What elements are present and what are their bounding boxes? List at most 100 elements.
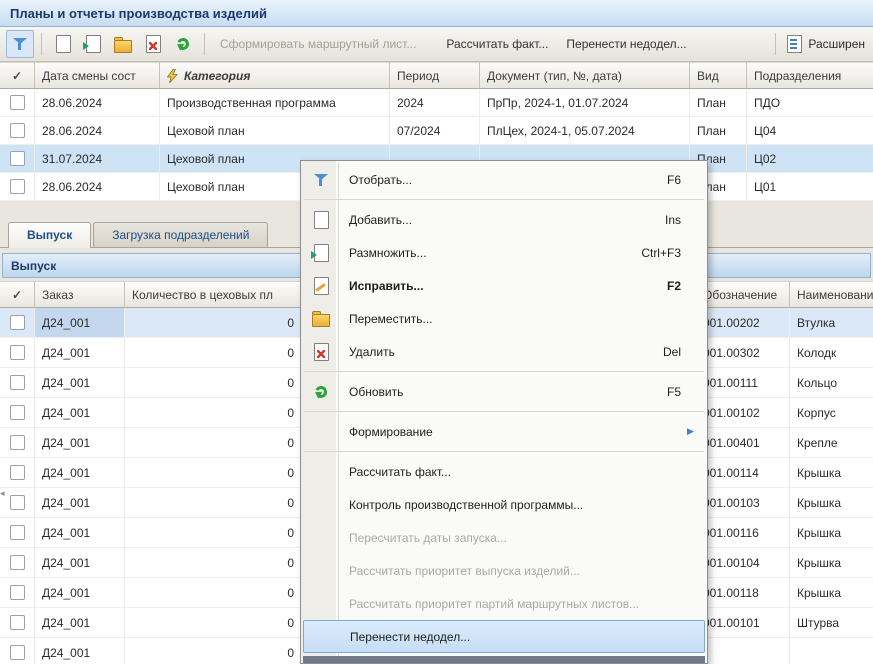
select-all-header[interactable]: ✓ bbox=[0, 62, 35, 89]
collapse-panel-handle[interactable]: ◂ bbox=[0, 478, 10, 508]
row-checkbox[interactable] bbox=[10, 585, 25, 600]
cell-order: Д24_001 bbox=[35, 458, 125, 487]
menu-item[interactable]: Переместить... bbox=[303, 302, 705, 335]
cell-order: Д24_001 bbox=[35, 368, 125, 397]
add-toolbar-button[interactable] bbox=[49, 30, 77, 58]
row-checkbox[interactable] bbox=[10, 495, 25, 510]
menu-item[interactable]: Отобрать... F6 bbox=[303, 163, 705, 196]
plan-table-row[interactable]: 28.06.2024 Цеховой план 07/2024 ПлЦех, 2… bbox=[0, 117, 873, 145]
row-checkbox[interactable] bbox=[10, 151, 25, 166]
menu-item[interactable]: Контроль производственной программы... bbox=[303, 488, 705, 521]
column-header-period[interactable]: Период bbox=[390, 62, 480, 89]
column-header-code[interactable]: Обозначение bbox=[696, 281, 790, 308]
menu-separator bbox=[304, 371, 704, 372]
plan-table-row[interactable]: 28.06.2024 Производственная программа 20… bbox=[0, 89, 873, 117]
cell-name: Крышка bbox=[790, 488, 873, 517]
menu-item[interactable]: Формирование ▶ bbox=[303, 415, 705, 448]
row-checkbox[interactable] bbox=[10, 179, 25, 194]
cell-kind: План bbox=[690, 117, 747, 144]
column-header-order[interactable]: Заказ bbox=[35, 281, 125, 308]
menu-item[interactable]: Рассчитать приоритет выпуска изделий... bbox=[303, 554, 705, 587]
duplicate-toolbar-button[interactable] bbox=[79, 30, 107, 58]
menu-item-icon bbox=[303, 386, 339, 398]
menu-item[interactable]: Перенести недодел... bbox=[303, 620, 705, 653]
refresh-icon bbox=[313, 384, 328, 399]
cell-qty: 0 bbox=[125, 398, 305, 427]
menu-item[interactable]: Рассчитать приоритет партий маршрутных л… bbox=[303, 587, 705, 620]
menu-item-shortcut: Del bbox=[663, 345, 687, 359]
row-checkbox[interactable] bbox=[10, 315, 25, 330]
cell-order: Д24_001 bbox=[35, 638, 125, 664]
menu-item-label: Контроль производственной программы... bbox=[339, 498, 669, 512]
row-checkbox[interactable] bbox=[10, 405, 25, 420]
delete-doc-icon bbox=[146, 35, 161, 53]
row-checkbox[interactable] bbox=[10, 95, 25, 110]
cell-division: Ц02 bbox=[747, 145, 873, 172]
window-titlebar: Планы и отчеты производства изделий bbox=[0, 0, 873, 27]
column-header-category[interactable]: Категория bbox=[160, 62, 390, 89]
menu-item[interactable]: Пересчитать даты запуска... bbox=[303, 521, 705, 554]
tab[interactable]: Выпуск bbox=[8, 222, 91, 248]
column-header-qty-label: Количество в цеховых пл bbox=[132, 288, 273, 302]
extended-button[interactable]: Расширен bbox=[762, 29, 867, 59]
cell-category: Цеховой план bbox=[160, 117, 390, 144]
context-menu: Отобрать... F6 Добавить... Ins Размножит… bbox=[300, 160, 708, 664]
filter-icon bbox=[314, 173, 328, 187]
form-route-sheet-button[interactable]: Сформировать маршрутный лист... bbox=[212, 33, 424, 55]
menu-item[interactable]: Исправить... F2 bbox=[303, 269, 705, 302]
menu-item[interactable]: Удалить Del bbox=[303, 335, 705, 368]
cell-name: Корпус bbox=[790, 398, 873, 427]
cell-name bbox=[790, 638, 873, 664]
row-checkbox[interactable] bbox=[10, 645, 25, 660]
move-toolbar-button[interactable] bbox=[109, 30, 137, 58]
cell-code: 001.00103 bbox=[696, 488, 790, 517]
new-doc-icon bbox=[314, 211, 329, 229]
menu-item[interactable]: Размножить... Ctrl+F3 bbox=[303, 236, 705, 269]
menu-clipped-item bbox=[303, 656, 705, 663]
menu-separator bbox=[304, 411, 704, 412]
plans-table-header: ✓ Дата смены сост Категория Период Докум… bbox=[0, 62, 873, 89]
cell-code: 001.00114 bbox=[696, 458, 790, 487]
row-checkbox[interactable] bbox=[10, 123, 25, 138]
menu-item[interactable]: Обновить F5 bbox=[303, 375, 705, 408]
menu-item-shortcut: F6 bbox=[667, 173, 687, 187]
menu-item-icon bbox=[303, 277, 339, 295]
cell-qty: 0 bbox=[125, 428, 305, 457]
row-checkbox[interactable] bbox=[10, 555, 25, 570]
menu-item-label: Формирование bbox=[339, 425, 669, 439]
move-shortfall-button[interactable]: Перенести недодел... bbox=[558, 33, 694, 55]
cell-order: Д24_001 bbox=[35, 308, 125, 337]
column-header-date[interactable]: Дата смены сост bbox=[35, 62, 160, 89]
calc-fact-button[interactable]: Рассчитать факт... bbox=[438, 33, 556, 55]
report-doc-icon bbox=[787, 35, 802, 53]
cell-qty: 0 bbox=[125, 338, 305, 367]
menu-item-shortcut: F2 bbox=[667, 279, 687, 293]
column-header-document[interactable]: Документ (тип, №, дата) bbox=[480, 62, 690, 89]
row-checkbox[interactable] bbox=[10, 375, 25, 390]
delete-toolbar-button[interactable] bbox=[139, 30, 167, 58]
cell-name: Штурва bbox=[790, 608, 873, 637]
row-checkbox[interactable] bbox=[10, 435, 25, 450]
column-header-division[interactable]: Подразделения bbox=[747, 62, 873, 89]
column-header-date-label: Дата смены сост bbox=[42, 69, 136, 83]
refresh-toolbar-button[interactable] bbox=[169, 30, 197, 58]
tab[interactable]: Загрузка подразделений bbox=[93, 222, 268, 247]
cell-qty: 0 bbox=[125, 638, 305, 664]
row-checkbox[interactable] bbox=[10, 465, 25, 480]
filter-toolbar-button[interactable] bbox=[6, 30, 34, 58]
row-checkbox[interactable] bbox=[10, 345, 25, 360]
column-header-name[interactable]: Наименование bbox=[790, 281, 873, 308]
menu-item[interactable]: Рассчитать факт... bbox=[303, 455, 705, 488]
row-checkbox[interactable] bbox=[10, 525, 25, 540]
cell-date: 31.07.2024 bbox=[35, 145, 160, 172]
column-header-qty[interactable]: Количество в цеховых пл bbox=[125, 281, 305, 308]
menu-item[interactable]: Добавить... Ins bbox=[303, 203, 705, 236]
edit-doc-icon bbox=[314, 277, 329, 295]
column-header-kind[interactable]: Вид bbox=[690, 62, 747, 89]
cell-qty: 0 bbox=[125, 608, 305, 637]
menu-item-label: Удалить bbox=[339, 345, 651, 359]
cell-name: Крышка bbox=[790, 578, 873, 607]
folder-icon bbox=[312, 314, 330, 327]
row-checkbox[interactable] bbox=[10, 615, 25, 630]
select-all-header[interactable]: ✓ bbox=[0, 281, 35, 308]
